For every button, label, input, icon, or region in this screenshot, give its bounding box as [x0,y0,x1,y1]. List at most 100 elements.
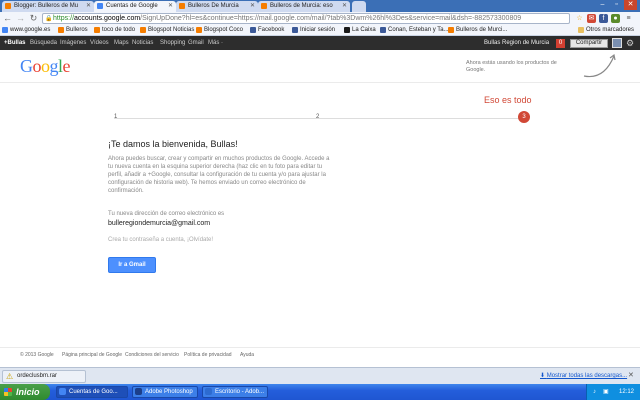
tab-label: Bulleros de Murcia: eso [270,3,333,9]
facebook-icon [250,27,256,33]
network-icon[interactable]: ▣ [603,384,609,400]
tab-bulleros-eso[interactable]: Bulleros de Murcia: eso ✕ [258,1,350,12]
bookmark-icon [196,27,202,33]
gbar-news-link[interactable]: Noticias [132,36,153,50]
go-to-gmail-button[interactable]: Ir a Gmail [108,257,156,273]
footer-home-link[interactable]: Página principal de Google [62,352,122,358]
facebook-icon [380,27,386,33]
url-scheme: https:// [53,15,75,22]
folder-icon [578,27,584,33]
clock: 12:12 [618,389,634,395]
close-icon[interactable]: ✕ [342,2,347,9]
show-all-downloads-link[interactable]: ⬇ Mostrar todas las descargas... [540,372,627,379]
volume-icon[interactable]: ♪ [593,384,596,400]
close-window-icon[interactable]: ✕ [624,0,637,10]
tab-cuentas-google[interactable]: Cuentas de Google ✕ [94,1,176,12]
tab-strip: Blogger: Bulleros de Mu ✕ Cuentas de Goo… [0,0,640,12]
step-1: 1 [114,114,118,120]
gbar-search-link[interactable]: Búsqueda [30,36,57,50]
download-file-name: ordeclusbm.rar [17,373,58,379]
extension-icon[interactable]: ✉ [587,14,596,23]
notifications-badge[interactable]: 0 [556,39,565,48]
extension-icon[interactable]: ● [611,14,620,23]
blogger-icon [179,3,185,9]
email-address: bulleregiondemurcia@gmail.com [108,220,211,227]
welcome-heading: ¡Te damos la bienvenida, Bullas! [108,139,238,149]
close-icon[interactable]: ✕ [168,2,173,9]
warning-icon: ⚠ [6,372,14,381]
url-path: /SignUpDone?hl=es&continue=https://mail.… [140,15,522,22]
bookmark-icon [94,27,100,33]
lock-icon: 🔒 [45,16,53,22]
bookmark-item[interactable]: Conan, Esteban y Ta... [380,26,449,35]
gbar-shopping-link[interactable]: Shopping [160,36,185,50]
footer-divider [0,347,640,348]
bookmark-item[interactable]: Iniciar sesión [292,26,335,35]
taskbar-chrome[interactable]: Cuentas de Goo... [56,386,128,398]
address-bar[interactable]: 🔒 https://accounts.google.com/SignUpDone… [42,13,570,24]
bookmark-item[interactable]: www.google.es [2,26,50,35]
step-2: 2 [316,114,320,120]
url-host: accounts.google.com [74,15,141,22]
footer-help-link[interactable]: Ayuda [240,352,254,358]
extension-icon[interactable]: f [599,14,608,23]
gbar-plus-link[interactable]: +Bullas [4,36,26,50]
download-bar: ⚠ ordeclusbm.rar ⬇ Mostrar todas las des… [0,367,640,384]
tab-label: Cuentas de Google [106,3,158,9]
bookmark-item[interactable]: Blogspot Coco [196,26,243,35]
maximize-icon[interactable]: ▫ [610,0,623,10]
back-icon[interactable]: ← [2,13,13,24]
header-divider [0,82,640,83]
close-icon[interactable]: ✕ [628,371,634,379]
footer-privacy-link[interactable]: Política de privacidad [184,352,232,358]
tab-blogger-bulleros[interactable]: Blogger: Bulleros de Mu ✕ [2,1,94,12]
bookmark-icon [140,27,146,33]
gbar-maps-link[interactable]: Maps [114,36,129,50]
blogger-icon [261,3,267,9]
tab-label: Blogger: Bulleros de Mu [14,3,79,9]
blogger-icon [5,3,11,9]
tab-bulleros-murcia[interactable]: Bulleros De Murcia ✕ [176,1,258,12]
step-3-current: 3 [518,111,530,123]
wrench-icon[interactable]: ≡ [624,14,633,23]
photoshop-icon [135,388,142,395]
footer-terms-link[interactable]: Condiciones del servicio [125,352,179,358]
bookmark-item[interactable]: toco de todo [94,26,135,35]
share-button[interactable]: Compartir [570,39,608,48]
star-icon[interactable]: ☆ [575,14,584,23]
other-bookmarks[interactable]: Otros marcadores [578,26,634,35]
bookmark-icon [448,27,454,33]
gbar-user-name[interactable]: Bullas Region de Murcia [484,36,549,50]
facebook-icon [292,27,298,33]
close-icon[interactable]: ✕ [86,2,91,9]
forward-icon[interactable]: → [15,13,26,24]
gear-icon[interactable]: ⚙ [626,36,634,50]
gbar-videos-link[interactable]: Vídeos [90,36,109,50]
bookmark-item[interactable]: Bulleros de Murci... [448,26,507,35]
taskbar-photoshop[interactable]: Adobe Photoshop [132,386,198,398]
reload-icon[interactable]: ↻ [28,13,39,24]
bookmark-item[interactable]: Blogspot Noticias [140,26,194,35]
footer-copyright: © 2013 Google [20,352,54,358]
new-tab-button[interactable] [352,1,366,12]
bookmark-item[interactable]: Bulleros [58,26,88,35]
address-label: Tu nueva dirección de correo electrónico… [108,211,225,217]
google-logo: Google [20,56,71,76]
gbar-more-menu[interactable]: Más · [208,36,223,50]
avatar[interactable] [612,38,622,48]
download-arrow-icon: ⬇ [540,373,547,379]
minimize-icon[interactable]: – [596,0,609,10]
gbar-images-link[interactable]: Imágenes [60,36,86,50]
close-icon[interactable]: ✕ [250,2,255,9]
gbar-gmail-link[interactable]: Gmail [188,36,204,50]
bookmarks-bar: www.google.es Bulleros toco de todo Blog… [0,25,640,36]
download-item[interactable]: ⚠ ordeclusbm.rar [2,370,86,383]
bookmark-item[interactable]: La Caixa [344,26,376,35]
header-note: Ahora estás usando los productos de Goog… [466,60,557,73]
bookmark-item[interactable]: Facebook [250,26,284,35]
bookmark-icon [58,27,64,33]
start-button[interactable]: Inicio [0,384,50,400]
bookmark-icon [344,27,350,33]
taskbar-desktop[interactable]: Escritorio - Adob... [202,386,268,398]
photoshop-icon [205,388,212,395]
